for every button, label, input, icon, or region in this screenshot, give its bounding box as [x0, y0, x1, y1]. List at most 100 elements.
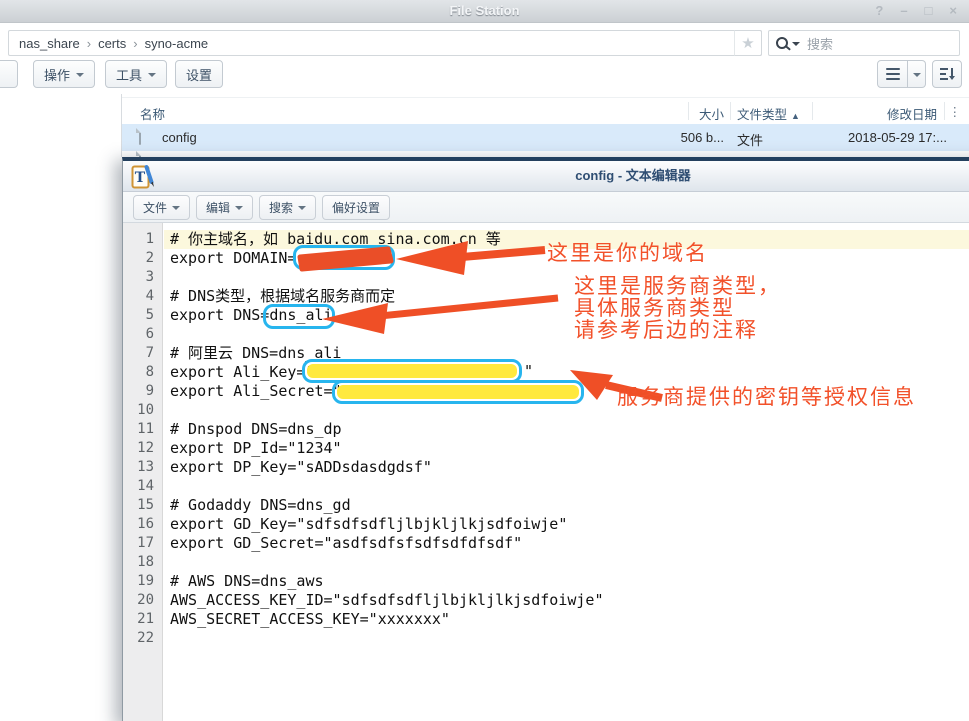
file-row-config[interactable]: config 506 b... 文件 2018-05-29 17:... — [122, 124, 969, 151]
code-line[interactable]: export DP_Id="1234" — [170, 439, 969, 458]
file-size: 506 b... — [681, 130, 724, 145]
column-header-size[interactable]: 大小 — [699, 104, 724, 123]
ali-secret-closing-quote: " — [586, 381, 595, 400]
code-line[interactable]: # AWS DNS=dns_aws — [170, 572, 969, 591]
action-menu-label: 操作 — [44, 65, 70, 84]
help-icon[interactable]: ? — [875, 3, 883, 18]
code-line[interactable]: export GD_Key="sdfsdfsdfljlbjkljlkjsdfoi… — [170, 515, 969, 534]
breadcrumb-item[interactable]: certs — [98, 36, 126, 51]
redacted-domain-text: com — [351, 250, 374, 265]
code-line[interactable]: export GD_Secret="asdfsdfsfsdfsdfdfsdf" — [170, 534, 969, 553]
line-number: 8 — [123, 363, 162, 382]
favorite-star-icon[interactable]: ★ — [734, 30, 762, 56]
settings-button[interactable]: 设置 — [175, 60, 223, 88]
code-line[interactable] — [170, 268, 969, 287]
line-number: 9 — [123, 382, 162, 401]
ali-secret-redaction-box — [332, 380, 584, 404]
file-list-header: 名称 大小 文件类型▲ 修改日期 ⋮ — [122, 97, 969, 125]
code-line[interactable]: AWS_SECRET_ACCESS_KEY="xxxxxxx" — [170, 610, 969, 629]
svg-text:T: T — [135, 170, 146, 186]
dns-type-highlight-box — [263, 304, 335, 329]
view-mode-button[interactable] — [877, 60, 908, 88]
column-header-type[interactable]: 文件类型▲ — [737, 104, 800, 123]
line-number: 17 — [123, 534, 162, 553]
breadcrumb-separator-icon: › — [133, 36, 137, 51]
sort-descending-icon — [939, 67, 956, 81]
file-name: config — [162, 130, 197, 145]
line-number: 3 — [123, 268, 162, 287]
line-number: 22 — [123, 629, 162, 648]
editor-title: config - 文本编辑器 — [123, 161, 969, 191]
editor-menu-edit[interactable]: 编辑 — [196, 195, 253, 220]
line-number: 19 — [123, 572, 162, 591]
sort-ascending-icon: ▲ — [791, 111, 800, 121]
line-number: 11 — [123, 420, 162, 439]
chevron-down-icon — [913, 73, 921, 77]
list-view-icon — [886, 68, 900, 80]
tools-menu-button[interactable]: 工具 — [105, 60, 167, 88]
line-number: 21 — [123, 610, 162, 629]
editor-menu-file[interactable]: 文件 — [133, 195, 190, 220]
breadcrumb-item[interactable]: nas_share — [19, 36, 80, 51]
code-line[interactable]: # Dnspod DNS=dns_dp — [170, 420, 969, 439]
breadcrumb-item[interactable]: syno-acme — [145, 36, 209, 51]
maximize-icon[interactable]: □ — [925, 3, 933, 18]
code-area[interactable]: # 你主域名，如 baidu.com sina.com.cn 等export D… — [164, 223, 969, 721]
search-input[interactable]: 搜索 — [768, 30, 960, 56]
line-number-gutter: 12345678910111213141516171819202122 — [123, 223, 163, 721]
close-icon[interactable]: × — [949, 3, 957, 18]
annotation-secret-note: 服务商提供的密钥等授权信息 — [617, 381, 916, 411]
line-number: 16 — [123, 515, 162, 534]
code-line[interactable] — [170, 629, 969, 648]
line-number: 13 — [123, 458, 162, 477]
chevron-down-icon — [148, 73, 156, 77]
file-modified: 2018-05-29 17:... — [848, 130, 947, 145]
text-editor-icon: T — [131, 164, 155, 190]
code-line[interactable]: AWS_ACCESS_KEY_ID="sdfsdfsdfljlbjkljlkjs… — [170, 591, 969, 610]
code-line[interactable]: # 阿里云 DNS=dns_ali — [170, 344, 969, 363]
file-type: 文件 — [737, 130, 763, 149]
line-number: 10 — [123, 401, 162, 420]
line-number: 20 — [123, 591, 162, 610]
line-number: 6 — [123, 325, 162, 344]
create-button-clipped[interactable] — [0, 60, 18, 88]
editor-titlebar: T config - 文本编辑器 — [123, 161, 969, 192]
view-mode-caret-button[interactable] — [908, 60, 926, 88]
code-line[interactable]: # Godaddy DNS=dns_gd — [170, 496, 969, 515]
chevron-down-icon — [235, 206, 243, 210]
line-number: 2 — [123, 249, 162, 268]
code-line[interactable]: export DP_Key="sADDsdasdgdsf" — [170, 458, 969, 477]
chevron-down-icon — [298, 206, 306, 210]
annotation-domain-note: 这里是你的域名 — [547, 237, 708, 267]
annotation-provider-note: 这里是服务商类型， 具体服务商类型 请参考后边的注释 — [574, 276, 781, 342]
breadcrumb[interactable]: nas_share › certs › syno-acme — [8, 30, 762, 56]
breadcrumb-separator-icon: › — [87, 36, 91, 51]
line-number: 4 — [123, 287, 162, 306]
search-options-caret-icon[interactable] — [792, 42, 800, 46]
file-icon — [139, 129, 141, 144]
window-titlebar: File Station ? – □ × — [0, 0, 969, 23]
editor-menu-preferences[interactable]: 偏好设置 — [322, 195, 390, 220]
line-number: 18 — [123, 553, 162, 572]
column-options-icon[interactable]: ⋮ — [949, 104, 962, 119]
code-line[interactable] — [170, 553, 969, 572]
editor-menubar: 文件 编辑 搜索 偏好设置 — [123, 192, 969, 223]
line-number: 14 — [123, 477, 162, 496]
domain-highlight-box: com — [293, 245, 395, 270]
sort-button[interactable] — [932, 60, 962, 88]
line-number: 7 — [123, 344, 162, 363]
chevron-down-icon — [172, 206, 180, 210]
column-header-name[interactable]: 名称 — [140, 104, 165, 123]
action-menu-button[interactable]: 操作 — [33, 60, 95, 88]
code-line[interactable] — [170, 477, 969, 496]
file-station-window: File Station ? – □ × nas_share › certs › syn… — [0, 0, 969, 721]
line-number: 1 — [123, 230, 162, 249]
search-placeholder: 搜索 — [807, 34, 833, 53]
column-header-modified[interactable]: 修改日期 — [887, 104, 937, 123]
window-title: File Station — [0, 0, 969, 22]
editor-menu-search[interactable]: 搜索 — [259, 195, 316, 220]
ali-key-closing-quote: " — [524, 362, 533, 381]
minimize-icon[interactable]: – — [900, 3, 907, 18]
line-number: 12 — [123, 439, 162, 458]
line-number: 15 — [123, 496, 162, 515]
